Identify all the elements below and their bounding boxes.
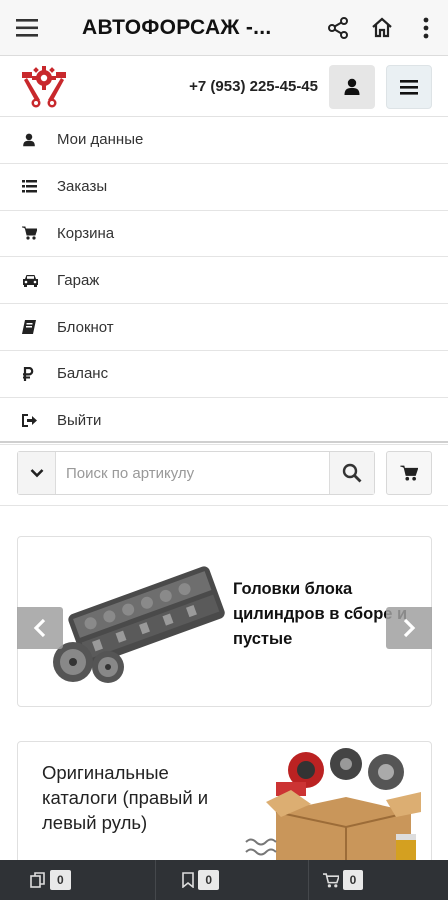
section-divider bbox=[0, 505, 448, 506]
cart-tab[interactable]: 0 bbox=[309, 860, 448, 900]
menu-item-orders[interactable]: Заказы bbox=[0, 164, 448, 211]
share-icon bbox=[328, 16, 348, 39]
menu-item-label: Мои данные bbox=[57, 131, 144, 149]
menu-item-label: Блокнот bbox=[57, 318, 114, 336]
slider-prev-button[interactable] bbox=[17, 607, 63, 649]
home-icon bbox=[372, 17, 392, 37]
menu-item-cart[interactable]: Корзина bbox=[0, 211, 448, 258]
menu-item-label: Выйти bbox=[57, 412, 102, 430]
menu-item-notebook[interactable]: Блокнот bbox=[0, 304, 448, 351]
search-icon bbox=[342, 463, 362, 483]
site-header: +7 (953) 225-45-45 bbox=[0, 57, 448, 117]
chevron-right-icon bbox=[403, 618, 416, 638]
bookmark-icon bbox=[182, 872, 195, 888]
hamburger-icon bbox=[16, 18, 38, 37]
gear-pistons-logo bbox=[22, 66, 66, 108]
ruble-icon bbox=[0, 366, 57, 381]
bottom-bar: 0 0 0 bbox=[0, 860, 448, 900]
app-title: АВТОФОРСАЖ -... bbox=[82, 15, 272, 39]
compare-tab[interactable]: 0 bbox=[0, 860, 157, 900]
copy-icon bbox=[30, 872, 45, 888]
site-logo[interactable] bbox=[18, 64, 70, 110]
list-icon bbox=[0, 180, 57, 193]
more-button[interactable] bbox=[404, 0, 448, 56]
menu-item-my-data[interactable]: Мои данные bbox=[0, 117, 448, 164]
menu-item-label: Заказы bbox=[57, 178, 108, 196]
slider-next-button[interactable] bbox=[386, 607, 432, 649]
site-menu-button[interactable] bbox=[386, 65, 432, 109]
car-icon bbox=[0, 274, 57, 287]
user-button[interactable] bbox=[329, 65, 375, 109]
menu-item-label: Гараж bbox=[57, 271, 100, 289]
menu-divider bbox=[0, 441, 448, 443]
hamburger-icon bbox=[400, 79, 418, 95]
cylinder-head-photo bbox=[53, 566, 225, 683]
bookmarks-tab[interactable]: 0 bbox=[156, 860, 309, 900]
cart-icon bbox=[322, 872, 339, 887]
header-cart-button[interactable] bbox=[386, 451, 432, 495]
menu-item-garage[interactable]: Гараж bbox=[0, 257, 448, 305]
menu-item-label: Баланс bbox=[57, 365, 109, 383]
home-button[interactable] bbox=[360, 0, 404, 56]
notebook-icon bbox=[0, 320, 57, 335]
cart-count: 0 bbox=[342, 870, 364, 890]
menu-item-balance[interactable]: Баланс bbox=[0, 351, 448, 398]
search-bar: Поиск по артикулу bbox=[17, 451, 375, 495]
user-icon bbox=[0, 133, 57, 147]
share-button[interactable] bbox=[316, 0, 360, 56]
app-bar: АВТОФОРСАЖ -... bbox=[0, 0, 448, 56]
chevron-down-icon bbox=[30, 469, 43, 478]
menu-item-logout[interactable]: Выйти bbox=[0, 398, 448, 445]
catalog-card-text: Оригинальные каталоги (правый и левый ру… bbox=[42, 762, 209, 833]
menu-item-label: Корзина bbox=[57, 224, 115, 242]
banner-slide[interactable]: Головки блока цилиндров в сборе и пустые bbox=[17, 536, 432, 707]
search-type-dropdown[interactable] bbox=[18, 452, 56, 494]
user-menu: Мои данные Заказы Корзина Гараж Блокнот … bbox=[0, 117, 448, 445]
more-vert-icon bbox=[423, 17, 429, 38]
menu-button[interactable] bbox=[0, 0, 56, 56]
search-input[interactable]: Поиск по артикулу bbox=[56, 452, 329, 494]
cart-icon bbox=[400, 465, 418, 481]
sign-out-icon bbox=[0, 414, 57, 428]
bookmarks-count: 0 bbox=[198, 870, 220, 890]
compare-count: 0 bbox=[50, 870, 71, 890]
chevron-left-icon bbox=[33, 618, 46, 638]
cart-icon bbox=[0, 226, 57, 241]
phone-number[interactable]: +7 (953) 225-45-45 bbox=[189, 78, 318, 95]
search-button[interactable] bbox=[329, 452, 374, 494]
user-icon bbox=[344, 78, 360, 95]
